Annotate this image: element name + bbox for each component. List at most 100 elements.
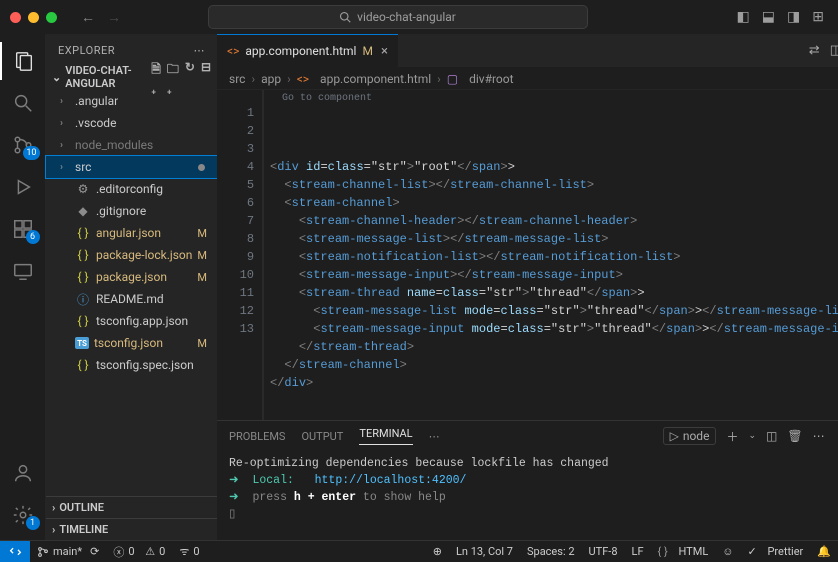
terminal-prompt: ▯	[229, 506, 838, 523]
prettier-status[interactable]: ✓ Prettier	[741, 545, 811, 558]
encoding[interactable]: UTF-8	[582, 545, 625, 558]
close-window-icon[interactable]	[10, 12, 21, 23]
folder-section-header[interactable]: ⌄ VIDEO-CHAT-ANGULAR 🗎₊ 🗀₊ ↻ ⊟	[46, 66, 217, 88]
remote-view-icon[interactable]	[0, 252, 46, 290]
tree-item-label: package.json	[96, 270, 192, 284]
settings-icon[interactable]: 1	[0, 496, 46, 534]
window-controls	[10, 12, 57, 23]
layout-custom-icon[interactable]: ⊞	[812, 9, 824, 25]
panel-tabs: PROBLEMS OUTPUT TERMINAL ⋯ ▷node ＋ ⌄ ◫ 🗑…	[217, 421, 838, 451]
folder--vscode[interactable]: ›.vscode	[46, 112, 217, 134]
indentation[interactable]: Spaces: 2	[520, 545, 582, 558]
modified-dot	[198, 164, 205, 171]
tree-item-label: tsconfig.spec.json	[96, 358, 217, 372]
file-tsconfig-json[interactable]: TStsconfig.jsonM	[46, 332, 217, 354]
sidebar-more-icon[interactable]: ⋯	[194, 44, 206, 57]
codelens-link[interactable]: Go to component	[282, 90, 372, 108]
terminal-line: ➜ press h + enter to show help	[229, 489, 838, 506]
file-package-lock-json[interactable]: { }package-lock.jsonM	[46, 244, 217, 266]
warning-icon: ⚠	[145, 545, 155, 558]
notifications-icon[interactable]: 🔔	[810, 545, 838, 558]
compare-changes-icon[interactable]: ⇄	[809, 43, 820, 58]
ext-status-icon[interactable]: ⊕	[426, 545, 449, 558]
crumb-src: src	[229, 72, 245, 86]
file-README-md[interactable]: ⓘREADME.md	[46, 288, 217, 310]
minimize-window-icon[interactable]	[28, 12, 39, 23]
copilot-icon[interactable]: ☺	[715, 545, 740, 558]
code-content[interactable]: Go to component <div id=class="str">"roo…	[262, 90, 838, 420]
tree-item-label: node_modules	[75, 138, 217, 152]
accounts-icon[interactable]	[0, 454, 46, 492]
file-icon: ⚙	[75, 182, 91, 196]
layout-panel-icon[interactable]: ⬓	[762, 9, 775, 25]
git-branch[interactable]: main* ⟳	[30, 541, 106, 562]
debug-view-icon[interactable]	[0, 168, 46, 206]
terminal-body[interactable]: Re-optimizing dependencies because lockf…	[217, 451, 838, 540]
split-editor-icon[interactable]: ◫	[830, 43, 838, 58]
chevron-right-icon: ›	[60, 162, 70, 173]
file--editorconfig[interactable]: ⚙.editorconfig	[46, 178, 217, 200]
panel-more-icon[interactable]: ⋯	[813, 429, 825, 443]
file-icon: ⓘ	[75, 291, 91, 308]
panel-more-icon[interactable]: ⋯	[429, 430, 440, 443]
history-nav: ← →	[81, 9, 121, 26]
split-terminal-icon[interactable]: ◫	[766, 429, 777, 443]
chevron-right-icon: ›	[251, 72, 255, 86]
cursor-position[interactable]: Ln 13, Col 7	[449, 545, 520, 558]
html-file-icon: <>	[227, 44, 239, 58]
tree-item-label: .vscode	[75, 116, 217, 130]
terminal-profile[interactable]: ▷node	[663, 427, 717, 445]
file--gitignore[interactable]: ◆.gitignore	[46, 200, 217, 222]
sidebar-title: EXPLORER	[58, 44, 115, 57]
file-tree: ›.angular›.vscode›node_modules › src ⚙.edit…	[46, 88, 217, 378]
maximize-window-icon[interactable]	[46, 12, 57, 23]
explorer-view-icon[interactable]	[0, 42, 46, 80]
outline-label: OUTLINE	[59, 501, 104, 514]
line-gutter: 12345678910111213	[217, 90, 262, 420]
explorer-sidebar: EXPLORER ⋯ ⌄ VIDEO-CHAT-ANGULAR 🗎₊ 🗀₊ ↻ …	[46, 34, 217, 540]
editor-actions: ⇄ ◫ ⋯	[799, 34, 838, 67]
maximize-panel-icon[interactable]: ＾	[835, 428, 838, 445]
search-view-icon[interactable]	[0, 84, 46, 122]
close-tab-icon[interactable]: ×	[381, 44, 388, 59]
language-mode[interactable]: { } HTML	[651, 545, 716, 558]
folder-src[interactable]: › src	[46, 156, 217, 178]
new-terminal-icon[interactable]: ＋	[726, 428, 738, 445]
tree-item-label: .angular	[75, 94, 217, 108]
ports-status[interactable]: ᯤ0	[172, 541, 206, 562]
kill-terminal-icon[interactable]: 🗑	[787, 429, 802, 443]
file-icon: { }	[75, 248, 91, 262]
folder-node_modules[interactable]: ›node_modules	[46, 134, 217, 156]
back-arrow-icon[interactable]: ←	[81, 9, 95, 26]
error-icon: ⓧ	[113, 544, 124, 560]
branch-icon	[37, 546, 49, 558]
titlebar-actions: ◧ ⬓ ◨ ⊞	[737, 9, 828, 25]
tree-item-label: src	[75, 160, 193, 174]
scm-view-icon[interactable]: 10	[0, 126, 46, 164]
code-editor[interactable]: 12345678910111213 Go to component <div i…	[217, 90, 838, 420]
folder--angular[interactable]: ›.angular	[46, 90, 217, 112]
outline-section[interactable]: › OUTLINE	[46, 496, 217, 518]
terminal-dropdown-icon[interactable]: ⌄	[748, 431, 756, 441]
timeline-section[interactable]: › TIMELINE	[46, 518, 217, 540]
extensions-view-icon[interactable]: 6	[0, 210, 46, 248]
file-tsconfig-spec-json[interactable]: { }tsconfig.spec.json	[46, 354, 217, 376]
chevron-right-icon: ›	[52, 523, 55, 536]
file-tsconfig-app-json[interactable]: { }tsconfig.app.json	[46, 310, 217, 332]
layout-secondary-icon[interactable]: ◨	[787, 9, 800, 25]
file-icon: ◆	[75, 204, 91, 218]
tab-output[interactable]: OUTPUT	[301, 430, 343, 443]
command-center[interactable]: video-chat-angular	[208, 5, 588, 29]
layout-primary-icon[interactable]: ◧	[737, 9, 750, 25]
breadcrumb[interactable]: src › app › <> app.component.html › ▢ di…	[217, 68, 838, 90]
tab-app-component[interactable]: <> app.component.html M ×	[217, 34, 398, 67]
file-angular-json[interactable]: { }angular.jsonM	[46, 222, 217, 244]
problems-status[interactable]: ⓧ0 ⚠0	[106, 541, 172, 562]
file-package-json[interactable]: { }package.jsonM	[46, 266, 217, 288]
forward-arrow-icon[interactable]: →	[107, 9, 121, 26]
eol[interactable]: LF	[625, 545, 651, 558]
tab-terminal[interactable]: TERMINAL	[359, 427, 412, 445]
status-bar: main* ⟳ ⓧ0 ⚠0 ᯤ0 ⊕ Ln 13, Col 7 Spaces: …	[0, 540, 838, 562]
remote-indicator[interactable]	[0, 541, 30, 562]
tab-problems[interactable]: PROBLEMS	[229, 430, 285, 443]
